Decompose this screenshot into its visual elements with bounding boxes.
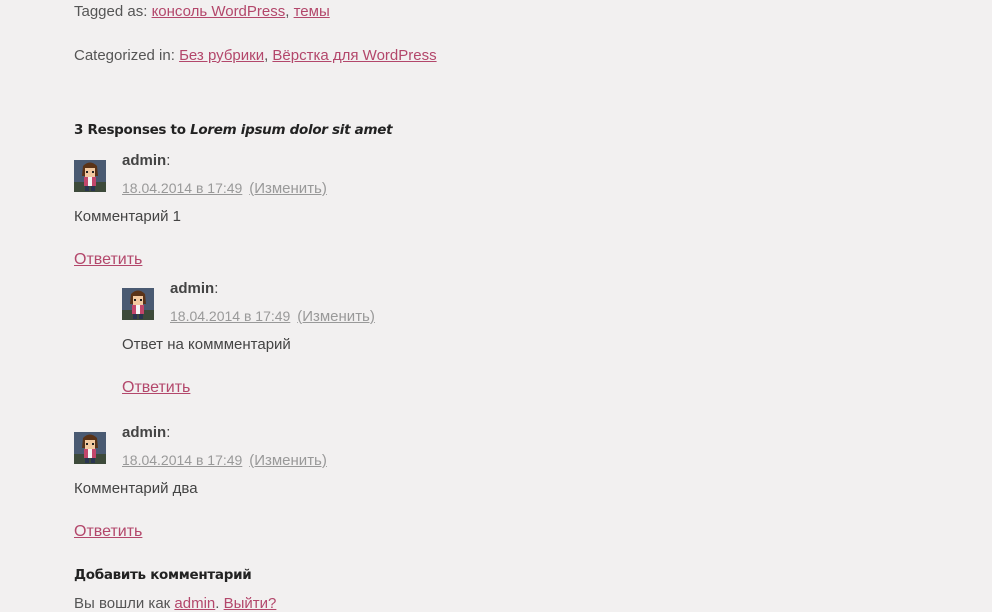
avatar-icon [74, 160, 106, 192]
tag-link-wordpress-console[interactable]: консоль WordPress [152, 3, 286, 20]
logged-in-line: Вы вошли как admin. Выйти? [74, 595, 276, 612]
comment-author-name: admin [170, 280, 215, 297]
add-comment-heading: Добавить комментарий [74, 567, 252, 583]
tags-label: Tagged as: [74, 3, 148, 20]
comment-meta: 18.04.2014 в 17:49 (Изменить) [122, 452, 327, 469]
categories-separator: , [264, 47, 269, 64]
logout-link[interactable]: Выйти? [224, 595, 277, 612]
comment-author-colon: : [166, 424, 171, 441]
comment-date-link[interactable]: 18.04.2014 в 17:49 [170, 308, 290, 324]
comment-author: admin: [170, 280, 218, 297]
avatar-icon [74, 432, 106, 464]
comment-author-name: admin [122, 152, 167, 169]
comment-text: Ответ на коммментарий [122, 336, 291, 353]
comment-text: Комментарий два [74, 480, 198, 497]
comment-reply-link[interactable]: Ответить [74, 523, 142, 541]
logged-in-prefix: Вы вошли как [74, 595, 171, 612]
logged-in-separator: . [215, 595, 220, 612]
comment-date-link[interactable]: 18.04.2014 в 17:49 [122, 180, 242, 196]
comment-author-colon: : [214, 280, 219, 297]
categories-label: Categorized in: [74, 47, 175, 64]
comment-author: admin: [122, 152, 170, 169]
comment-date-link[interactable]: 18.04.2014 в 17:49 [122, 452, 242, 468]
tags-separator: , [285, 3, 290, 20]
comment-meta: 18.04.2014 в 17:49 (Изменить) [170, 308, 375, 325]
avatar-icon [122, 288, 154, 320]
category-link-wordpress-layout[interactable]: Вёрстка для WordPress [272, 47, 436, 64]
tags-line: Tagged as: консоль WordPress, темы [74, 3, 330, 20]
responses-heading: 3 Responses to Lorem ipsum dolor sit ame… [74, 122, 393, 138]
logged-in-user-link[interactable]: admin [174, 595, 215, 612]
comment-edit-link[interactable]: (Изменить) [249, 452, 327, 469]
comment-edit-link[interactable]: (Изменить) [297, 308, 375, 325]
responses-post-title: Lorem ipsum dolor sit amet [190, 122, 393, 138]
comment-author-colon: : [166, 152, 171, 169]
comment-edit-link[interactable]: (Изменить) [249, 180, 327, 197]
comment-author-name: admin [122, 424, 167, 441]
comment-reply-link[interactable]: Ответить [122, 379, 190, 397]
category-link-uncategorized[interactable]: Без рубрики [179, 47, 264, 64]
comment-reply-link[interactable]: Ответить [74, 251, 142, 269]
categories-line: Categorized in: Без рубрики, Вёрстка для… [74, 47, 437, 64]
comment-meta: 18.04.2014 в 17:49 (Изменить) [122, 180, 327, 197]
comment-text: Комментарий 1 [74, 208, 181, 225]
tag-link-themes[interactable]: темы [294, 3, 330, 20]
comment-author: admin: [122, 424, 170, 441]
responses-count: 3 Responses to [74, 122, 186, 138]
